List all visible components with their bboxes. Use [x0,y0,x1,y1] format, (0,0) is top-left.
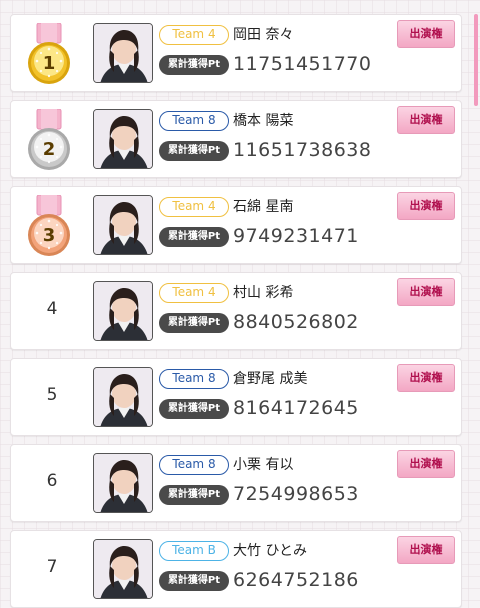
rank-number: 7 [46,557,58,577]
points-label: 累計獲得Pt [159,313,229,333]
member-photo[interactable] [93,195,153,255]
points-label: 累計獲得Pt [159,227,229,247]
member-name: 橋本 陽菜 [233,113,294,129]
appearance-right-button[interactable]: 出演権 [397,106,455,134]
appearance-right-button[interactable]: 出演権 [397,278,455,306]
member-name: 大竹 ひとみ [233,543,308,559]
member-name: 岡田 奈々 [233,27,294,43]
appearance-right-button[interactable]: 出演権 [397,364,455,392]
member-photo[interactable] [93,23,153,83]
rank-number: 3 [42,225,56,246]
ranking-row[interactable]: 7 Team B 累計獲得Pt 大竹 ひとみ 6264752186 出演権 [10,530,462,608]
member-photo[interactable] [93,281,153,341]
points-value: 11751451770 [233,53,372,75]
member-photo[interactable] [93,367,153,427]
rank-number: 2 [42,139,56,160]
ranking-row[interactable]: 6 Team 8 累計獲得Pt 小栗 有以 7254998653 出演権 [10,444,462,522]
points-value: 7254998653 [233,483,359,505]
rank-number: 4 [46,299,58,319]
points-label: 累計獲得Pt [159,571,229,591]
team-badge: Team 8 [159,455,229,475]
ranking-row[interactable]: 3 Team 4 累計獲得Pt 石綿 星南 9749231471 出演権 [10,186,462,264]
ranking-row[interactable]: 1 Team 4 累計獲得Pt 岡田 奈々 11751451770 出演権 [10,14,462,92]
points-label: 累計獲得Pt [159,55,229,75]
gold-medal-icon: 1 [25,22,73,89]
points-value: 8840526802 [233,311,359,333]
ranking-row[interactable]: 5 Team 8 累計獲得Pt 倉野尾 成美 8164172645 出演権 [10,358,462,436]
appearance-right-button[interactable]: 出演権 [397,192,455,220]
member-photo[interactable] [93,539,153,599]
appearance-right-button[interactable]: 出演権 [397,536,455,564]
rank-number: 1 [42,53,56,74]
team-badge: Team B [159,541,229,561]
points-label: 累計獲得Pt [159,485,229,505]
points-value: 9749231471 [233,225,359,247]
member-photo[interactable] [93,109,153,169]
points-value: 8164172645 [233,397,359,419]
rank-number: 6 [46,471,58,491]
points-value: 6264752186 [233,569,359,591]
scrollbar-thumb[interactable] [474,14,478,106]
appearance-right-button[interactable]: 出演権 [397,20,455,48]
rank-number: 5 [46,385,58,405]
ranking-row[interactable]: 4 Team 4 累計獲得Pt 村山 彩希 8840526802 出演権 [10,272,462,350]
ranking-row[interactable]: 2 Team 8 累計獲得Pt 橋本 陽菜 11651738638 出演権 [10,100,462,178]
team-badge: Team 8 [159,111,229,131]
bronze-medal-icon: 3 [25,194,73,261]
member-name: 倉野尾 成美 [233,371,308,387]
member-name: 石綿 星南 [233,199,294,215]
team-badge: Team 4 [159,197,229,217]
team-badge: Team 4 [159,25,229,45]
appearance-right-button[interactable]: 出演権 [397,450,455,478]
silver-medal-icon: 2 [25,108,73,175]
points-label: 累計獲得Pt [159,141,229,161]
member-photo[interactable] [93,453,153,513]
points-value: 11651738638 [233,139,372,161]
member-name: 村山 彩希 [233,285,294,301]
member-name: 小栗 有以 [233,457,294,473]
points-label: 累計獲得Pt [159,399,229,419]
team-badge: Team 4 [159,283,229,303]
team-badge: Team 8 [159,369,229,389]
